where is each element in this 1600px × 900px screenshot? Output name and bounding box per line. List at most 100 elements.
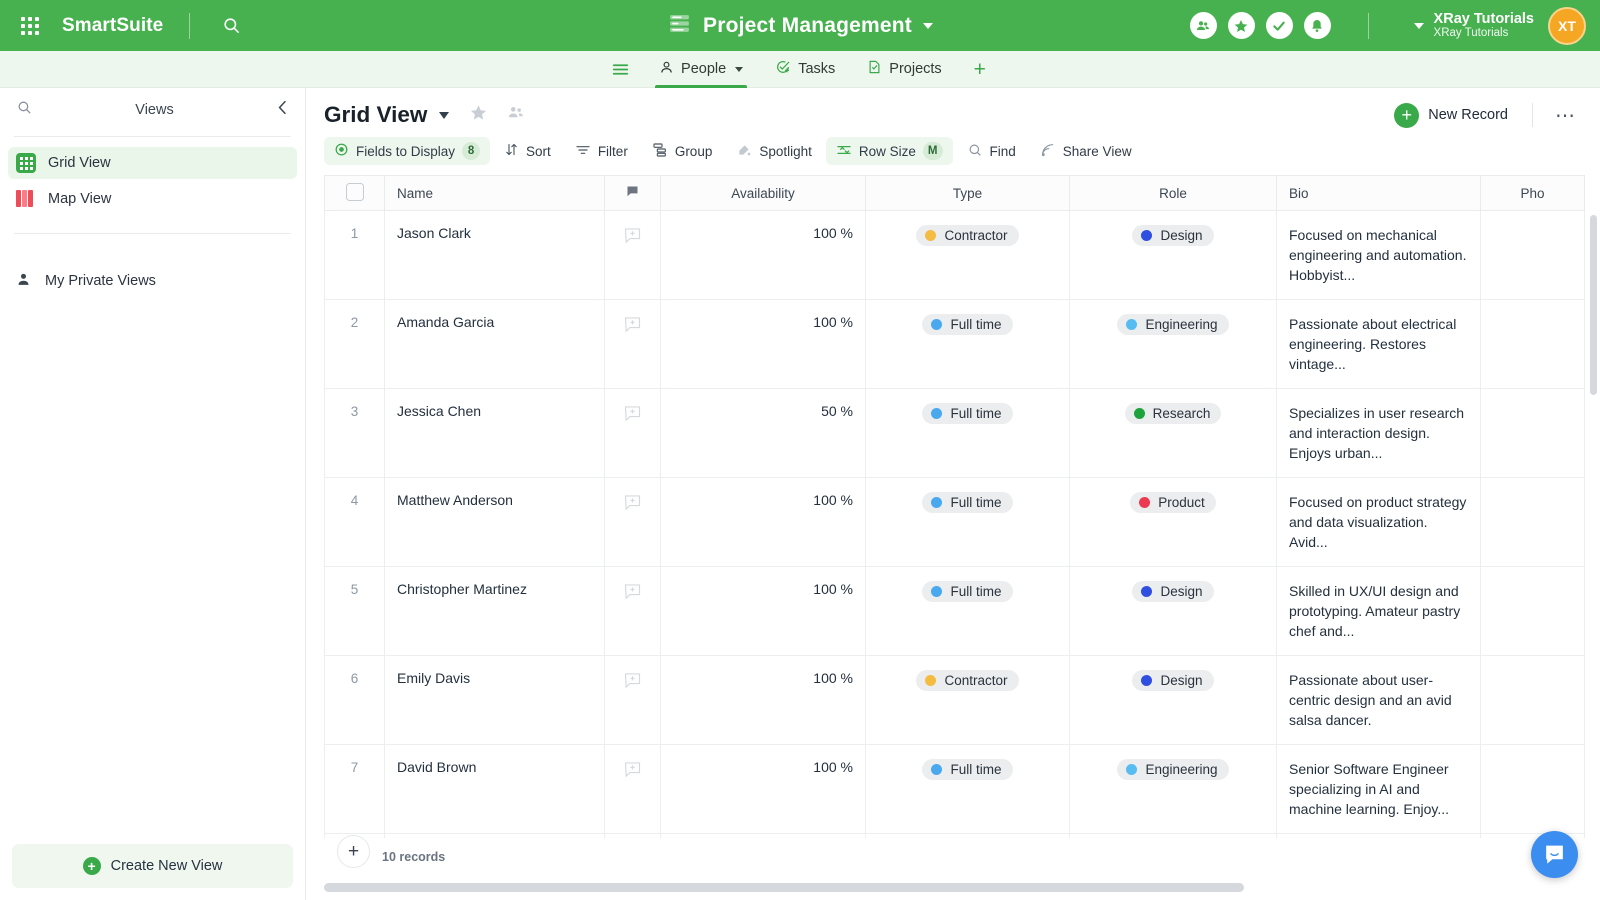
cell-availability[interactable]: 100 % <box>660 744 866 834</box>
create-new-view-button[interactable]: + Create New View <box>12 844 293 888</box>
cell-bio[interactable]: Skilled in UX/UI design and prototyping.… <box>1276 566 1481 656</box>
add-comment-icon[interactable] <box>622 406 643 427</box>
chevron-down-icon[interactable] <box>1413 22 1424 29</box>
add-comment-icon[interactable] <box>622 317 643 338</box>
cell-comment[interactable] <box>604 744 661 834</box>
avatar[interactable]: XT <box>1548 6 1586 45</box>
tab-tasks[interactable]: Tasks <box>759 51 851 88</box>
share-view-button[interactable]: Share View <box>1030 137 1142 165</box>
bell-icon[interactable] <box>1303 12 1331 39</box>
add-comment-icon[interactable] <box>622 495 643 516</box>
cell-availability[interactable]: 100 % <box>660 655 866 745</box>
add-record-row-button[interactable]: + <box>337 835 370 868</box>
cell-type[interactable]: Full time <box>865 299 1070 389</box>
cell-bio[interactable]: Specializes in user research and interac… <box>1276 388 1481 478</box>
star-icon[interactable] <box>1227 12 1255 39</box>
cell-bio[interactable]: Passionate about electrical engineering.… <box>1276 299 1481 389</box>
new-record-button[interactable]: + New Record <box>1394 102 1508 128</box>
table-row[interactable]: 7 David Brown 100 % Full time Engineerin… <box>324 744 1585 834</box>
search-icon[interactable] <box>16 99 33 121</box>
cell-bio[interactable]: Focused on product strategy and data vis… <box>1276 477 1481 567</box>
cell-bio[interactable]: Passionate about user-centric design and… <box>1276 655 1481 745</box>
table-row[interactable]: 5 Christopher Martinez 100 % Full time D… <box>324 566 1585 656</box>
cell-comment[interactable] <box>604 388 661 478</box>
find-button[interactable]: Find <box>957 137 1026 165</box>
table-row[interactable]: 4 Matthew Anderson 100 % Full time Produ… <box>324 477 1585 567</box>
check-icon[interactable] <box>1265 12 1293 39</box>
cell-comment[interactable] <box>604 210 661 300</box>
cell-role[interactable]: Engineering <box>1069 744 1277 834</box>
cell-phone[interactable] <box>1480 388 1585 478</box>
cell-role[interactable]: Design <box>1069 566 1277 656</box>
vertical-scrollbar[interactable] <box>1590 215 1597 395</box>
sort-button[interactable]: Sort <box>494 137 561 165</box>
brand-logo-text[interactable]: SmartSuite <box>62 15 163 37</box>
workspace-switcher[interactable]: XRay Tutorials XRay Tutorials XT <box>1413 6 1586 45</box>
people-icon[interactable] <box>506 103 526 127</box>
chevron-down-icon[interactable] <box>923 22 933 29</box>
sidebar-item-grid-view[interactable]: Grid View <box>8 147 297 179</box>
horizontal-scrollbar-thumb[interactable] <box>324 883 1244 892</box>
column-header-phone[interactable]: Pho <box>1480 175 1585 211</box>
fields-to-display-button[interactable]: Fields to Display 8 <box>324 137 491 165</box>
cell-type[interactable]: Full time <box>865 388 1070 478</box>
cell-type[interactable]: Contractor <box>865 210 1070 300</box>
cell-availability[interactable]: 100 % <box>660 210 866 300</box>
cell-comment[interactable] <box>604 477 661 567</box>
cell-phone[interactable] <box>1480 655 1585 745</box>
column-header-bio[interactable]: Bio <box>1276 175 1481 211</box>
cell-name[interactable]: Christopher Martinez <box>384 566 605 656</box>
table-row[interactable]: 6 Emily Davis 100 % Contractor Design Pa… <box>324 655 1585 745</box>
cell-type[interactable]: Contractor <box>865 655 1070 745</box>
filter-button[interactable]: Filter <box>565 137 638 165</box>
cell-type[interactable]: Full time <box>865 477 1070 567</box>
cell-name[interactable]: Amanda Garcia <box>384 299 605 389</box>
column-header-name[interactable]: Name <box>384 175 605 211</box>
add-application-button[interactable]: + <box>958 59 1002 80</box>
cell-type[interactable]: Full time <box>865 566 1070 656</box>
cell-role[interactable]: Product <box>1069 477 1277 567</box>
select-all-checkbox[interactable] <box>345 182 364 201</box>
cell-phone[interactable] <box>1480 210 1585 300</box>
cell-name[interactable]: Jason Clark <box>384 210 605 300</box>
add-comment-icon[interactable] <box>622 228 643 249</box>
chevron-down-icon[interactable] <box>439 111 450 119</box>
cell-role[interactable]: Research <box>1069 388 1277 478</box>
chevron-left-icon[interactable] <box>276 100 289 120</box>
add-comment-icon[interactable] <box>622 762 643 783</box>
row-size-button[interactable]: Row Size M <box>825 137 953 165</box>
star-icon[interactable] <box>469 103 488 127</box>
cell-type[interactable]: Full time <box>865 744 1070 834</box>
cell-availability[interactable]: 100 % <box>660 477 866 567</box>
cell-name[interactable]: David Brown <box>384 744 605 834</box>
cell-name[interactable]: Matthew Anderson <box>384 477 605 567</box>
column-header-availability[interactable]: Availability <box>660 175 866 211</box>
cell-role[interactable]: Design <box>1069 655 1277 745</box>
cell-comment[interactable] <box>604 299 661 389</box>
cell-availability[interactable]: 100 % <box>660 299 866 389</box>
cell-availability[interactable]: 50 % <box>660 388 866 478</box>
cell-bio[interactable]: Focused on mechanical engineering and au… <box>1276 210 1481 300</box>
cell-role[interactable]: Engineering <box>1069 299 1277 389</box>
hamburger-icon[interactable] <box>598 62 643 77</box>
horizontal-scrollbar-track[interactable] <box>324 883 1580 892</box>
cell-phone[interactable] <box>1480 477 1585 567</box>
chevron-down-icon[interactable] <box>735 66 744 72</box>
cell-name[interactable]: Jessica Chen <box>384 388 605 478</box>
group-button[interactable]: Group <box>642 137 723 165</box>
sidebar-item-map-view[interactable]: Map View <box>8 183 297 215</box>
column-header-comments[interactable] <box>604 175 661 211</box>
solution-title-group[interactable]: Project Management <box>667 11 933 41</box>
cell-role[interactable]: Design <box>1069 210 1277 300</box>
tab-projects[interactable]: Projects <box>851 51 957 88</box>
apps-grid-icon[interactable] <box>8 16 52 35</box>
table-row[interactable]: 2 Amanda Garcia 100 % Full time Engineer… <box>324 299 1585 389</box>
cell-availability[interactable]: 100 % <box>660 566 866 656</box>
more-options-icon[interactable]: ⋯ <box>1551 103 1580 128</box>
members-icon[interactable] <box>1189 12 1217 39</box>
cell-comment[interactable] <box>604 655 661 745</box>
table-row[interactable]: 3 Jessica Chen 50 % Full time Research S… <box>324 388 1585 478</box>
add-comment-icon[interactable] <box>622 584 643 605</box>
cell-comment[interactable] <box>604 566 661 656</box>
cell-phone[interactable] <box>1480 299 1585 389</box>
